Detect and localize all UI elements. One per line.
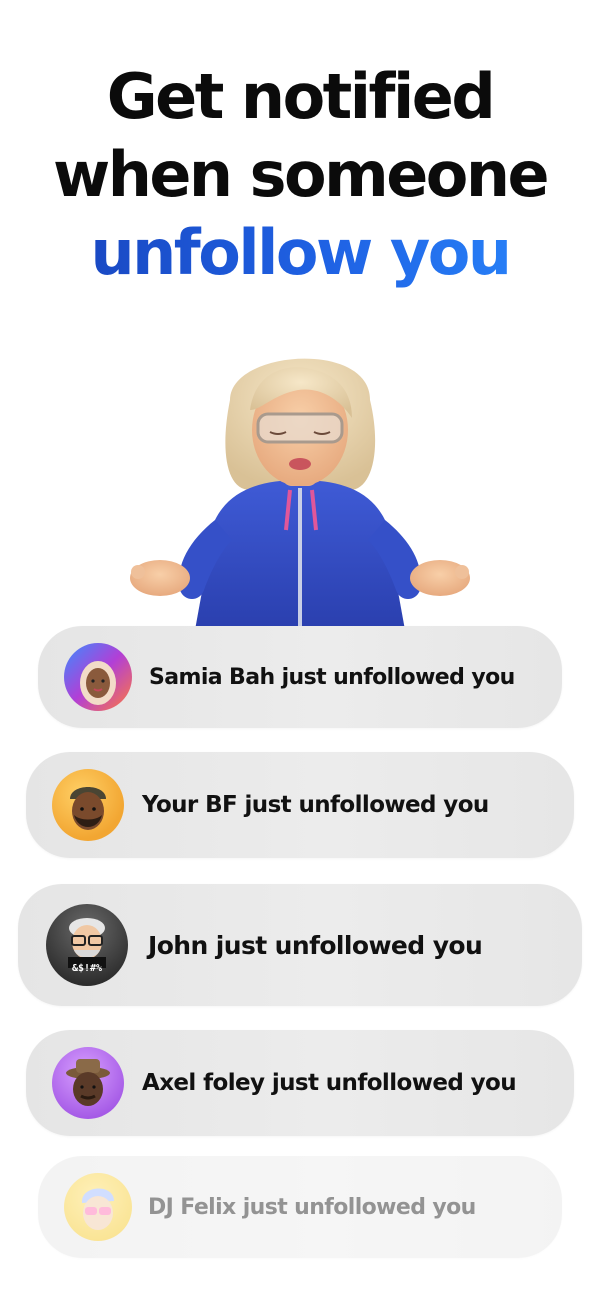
memoji-sunglasses-icon [81, 1188, 114, 1230]
headline-line-3: unfollow you [0, 214, 600, 292]
headline: Get notified when someone unfollow you [0, 58, 600, 292]
memoji-woman-meditating-icon [120, 340, 480, 630]
memoji-man-beanie-icon [70, 787, 106, 830]
avatar [64, 1173, 132, 1241]
notification-text: Axel foley just unfollowed you [142, 1070, 517, 1096]
notification-card[interactable]: Samia Bah just unfollowed you [38, 626, 562, 728]
avatar: &$!#% [46, 904, 128, 986]
notification-card[interactable]: &$!#% John just unfollowed you [18, 884, 582, 1006]
notification-text: Your BF just unfollowed you [142, 792, 489, 818]
notification-card[interactable]: Your BF just unfollowed you [26, 752, 574, 858]
notification-card[interactable]: DJ Felix just unfollowed you [38, 1156, 562, 1258]
notification-text: Samia Bah just unfollowed you [149, 664, 515, 690]
memoji-woman-hijab-icon [80, 661, 116, 705]
headline-line-2: when someone [52, 138, 550, 211]
avatar [52, 769, 124, 841]
avatar-censor-badge: &$!#% [71, 963, 103, 974]
avatar [52, 1047, 124, 1119]
headline-line-1: Get notified [106, 60, 496, 133]
notification-text: DJ Felix just unfollowed you [148, 1194, 476, 1220]
notification-card[interactable]: Axel foley just unfollowed you [26, 1030, 574, 1136]
avatar [64, 643, 132, 711]
notification-text: John just unfollowed you [148, 930, 483, 960]
memoji-man-hat-icon [66, 1059, 110, 1106]
